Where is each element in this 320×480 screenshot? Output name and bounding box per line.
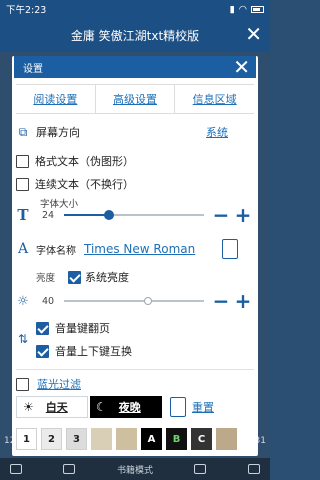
- volume-swap-label: 音量上下键互换: [55, 345, 132, 358]
- font-name-row: A 字体名称 Times New Roman: [16, 239, 254, 259]
- format-text-label: 格式文本（伪图形）: [35, 155, 134, 168]
- app-title: 金庸 笑傲江湖txt精校版: [70, 28, 200, 43]
- reset-button[interactable]: 重置: [192, 399, 214, 415]
- color-swatch-5[interactable]: [116, 428, 137, 450]
- color-swatch-3[interactable]: 3: [66, 428, 87, 450]
- font-icon: A: [17, 241, 29, 257]
- mode-label[interactable]: 书籍模式: [117, 463, 153, 476]
- share-icon[interactable]: [194, 464, 207, 474]
- font-size-slider[interactable]: [64, 208, 204, 222]
- close-icon[interactable]: ✕: [245, 24, 262, 44]
- tab-advanced[interactable]: 高级设置: [96, 85, 176, 113]
- text-size-icon: T: [17, 206, 29, 224]
- continuous-text-checkbox[interactable]: [16, 177, 29, 191]
- color-swatch-4[interactable]: [91, 428, 112, 450]
- font-size-plus-button[interactable]: +: [232, 205, 254, 225]
- color-swatch-8[interactable]: C: [191, 428, 212, 450]
- brightness-row: ☼ 40 − +: [16, 291, 254, 311]
- format-text-checkbox[interactable]: [16, 154, 29, 168]
- color-swatch-7[interactable]: B: [166, 428, 187, 450]
- brightness-plus-button[interactable]: +: [232, 291, 254, 311]
- settings-dialog: 设置 ✕ 阅读设置 高级设置 信息区域 ⧉ 屏幕方向 系统 格式文本（伪图形） …: [12, 56, 258, 456]
- status-time: 下午2:23: [6, 5, 47, 16]
- font-size-minus-button[interactable]: −: [210, 205, 232, 225]
- tab-reading[interactable]: 阅读设置: [16, 85, 96, 113]
- font-file-icon[interactable]: [222, 239, 238, 259]
- font-size-row: T 24 − +: [16, 205, 254, 225]
- dialog-close-icon[interactable]: ✕: [233, 56, 250, 78]
- blue-filter-label[interactable]: 蓝光过滤: [37, 376, 81, 392]
- settings-tabs: 阅读设置 高级设置 信息区域: [16, 84, 254, 114]
- dialog-title: 设置: [23, 63, 43, 75]
- system-brightness-checkbox[interactable]: [68, 270, 81, 284]
- blue-filter-row[interactable]: 蓝光过滤: [16, 369, 254, 392]
- color-swatch-9[interactable]: [216, 428, 237, 450]
- app-bar: 金庸 笑傲江湖txt精校版 ✕: [0, 18, 270, 52]
- status-bar: 下午2:23 ▮ ◠: [0, 0, 270, 18]
- reset-file-icon[interactable]: [170, 397, 186, 417]
- volume-swap-checkbox[interactable]: [36, 344, 49, 358]
- orientation-label: 屏幕方向: [36, 126, 80, 139]
- moon-icon: ☾: [96, 400, 107, 414]
- volume-page-row[interactable]: 音量键翻页: [36, 320, 246, 336]
- volume-page-checkbox[interactable]: [36, 321, 49, 335]
- continuous-text-label: 连续文本（不换行）: [35, 178, 134, 191]
- font-name-label: 字体名称: [36, 245, 76, 257]
- brightness-slider[interactable]: [64, 294, 204, 308]
- signal-icon: ▮: [229, 3, 235, 15]
- continuous-text-row[interactable]: 连续文本（不换行）: [16, 176, 254, 192]
- lock-icon[interactable]: [63, 464, 76, 474]
- brightness-icon: ☼: [17, 293, 29, 309]
- theme-row: ☀ 白天 ☾ 夜晚 重置: [16, 396, 254, 418]
- folder-icon[interactable]: [10, 464, 22, 474]
- brightness-value: 40: [42, 295, 55, 307]
- night-mode-button[interactable]: ☾ 夜晚: [90, 396, 162, 418]
- sun-icon: ☀: [23, 400, 34, 414]
- color-swatch-6[interactable]: A: [141, 428, 162, 450]
- format-text-row[interactable]: 格式文本（伪图形）: [16, 153, 254, 169]
- volume-page-label: 音量键翻页: [55, 322, 110, 335]
- tab-info-area[interactable]: 信息区域: [175, 85, 254, 113]
- color-swatch-1[interactable]: 1: [16, 428, 37, 450]
- orientation-row: ⧉ 屏幕方向 系统: [16, 124, 254, 140]
- day-mode-button[interactable]: ☀ 白天: [16, 396, 88, 418]
- brightness-minus-button[interactable]: −: [210, 291, 232, 311]
- color-swatches: 123 ABC: [16, 428, 254, 450]
- font-size-value: 24: [42, 209, 55, 221]
- color-swatch-2[interactable]: 2: [41, 428, 62, 450]
- brightness-header-row: 亮度 系统亮度: [16, 269, 254, 285]
- status-icons: ▮ ◠: [229, 4, 264, 15]
- blue-filter-checkbox[interactable]: [16, 377, 29, 391]
- volume-swap-row[interactable]: 音量上下键互换: [36, 343, 246, 359]
- menu-icon[interactable]: [247, 464, 260, 474]
- rotate-screen-icon: ⧉: [18, 124, 28, 139]
- night-mode-label: 夜晚: [118, 401, 141, 414]
- volume-keys-icon: ⇅: [17, 332, 29, 346]
- day-mode-label: 白天: [45, 401, 68, 414]
- font-name-value[interactable]: Times New Roman: [84, 242, 218, 256]
- system-brightness-label: 系统亮度: [85, 271, 129, 284]
- reader-bottom-bar: 书籍模式: [0, 458, 270, 480]
- dialog-header: 设置 ✕: [14, 56, 256, 78]
- brightness-label: 亮度: [36, 273, 56, 284]
- font-size-slider-knob[interactable]: [103, 210, 114, 220]
- brightness-slider-knob[interactable]: [144, 297, 152, 305]
- battery-icon: [251, 5, 264, 13]
- orientation-value[interactable]: 系统: [206, 124, 228, 140]
- wifi-icon: ◠: [238, 3, 247, 15]
